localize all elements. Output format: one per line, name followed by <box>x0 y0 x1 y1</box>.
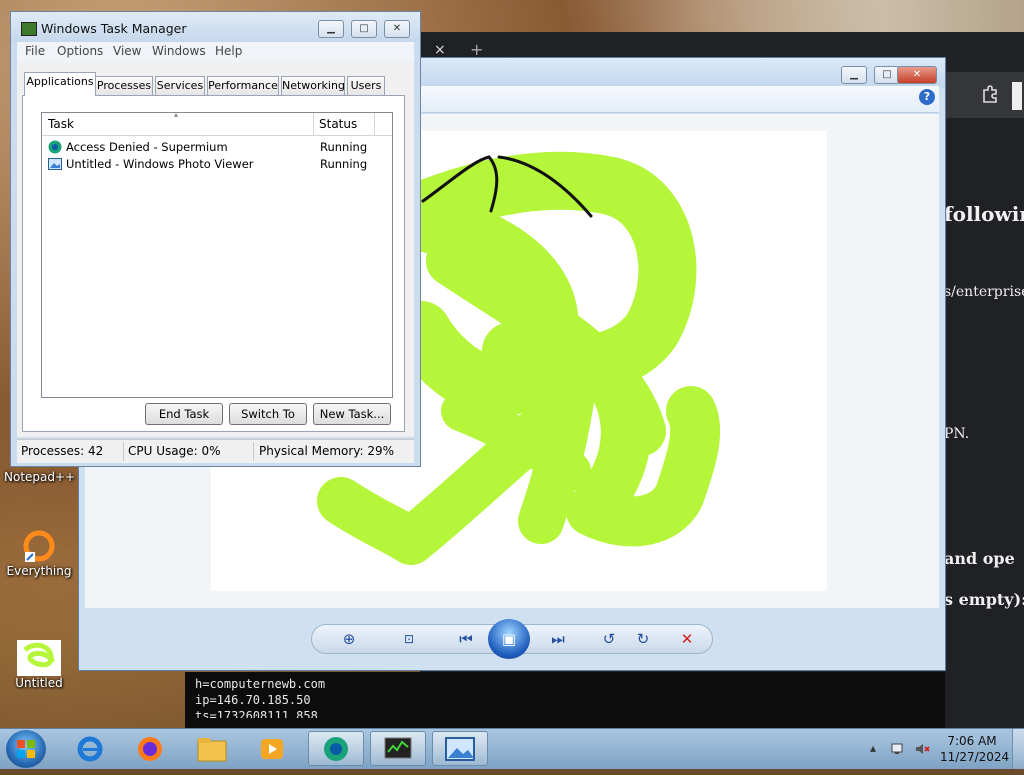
taskbar: ▴ 7:06 AM 11/27/2024 <box>0 728 1024 769</box>
desktop-icon-untitled[interactable]: Untitled <box>4 640 74 690</box>
desktop-icon-notepad[interactable]: Notepad++ <box>4 470 76 484</box>
task-manager-body: Applications Processes Services Performa… <box>17 62 414 437</box>
close-button[interactable]: ✕ <box>897 66 937 84</box>
photo-viewer-icon <box>48 157 62 171</box>
show-hidden-icons-icon[interactable]: ▴ <box>870 741 876 755</box>
supermium-icon <box>48 140 62 154</box>
internet-explorer-icon[interactable] <box>62 731 118 766</box>
desktop-icon-label: Untitled <box>15 676 63 690</box>
maximize-button[interactable]: □ <box>351 20 377 38</box>
tab-services[interactable]: Services <box>155 76 205 95</box>
task-manager-app-icon <box>21 22 37 36</box>
terminal-line: ip=146.70.185.50 <box>195 693 311 707</box>
page-text: followin <box>944 202 1024 226</box>
task-name: Access Denied - Supermium <box>66 140 228 154</box>
desktop-icon-label: Everything <box>6 564 72 578</box>
clock-time: 7:06 AM <box>947 734 997 748</box>
window-title: Windows Task Manager <box>41 21 187 36</box>
terminal-line: h=computernewb.com <box>195 677 326 691</box>
next-icon[interactable]: ⏭ <box>540 627 576 651</box>
task-status: Running <box>320 157 368 171</box>
photo-viewer-controls: ⊕ ⊡ ⏮ ▣ ⏭ ↺ ↻ ✕ <box>311 619 713 659</box>
task-manager-titlebar[interactable]: Windows Task Manager ▁ □ ✕ <box>11 12 420 42</box>
file-explorer-icon[interactable] <box>184 731 240 766</box>
minimize-button[interactable]: ▁ <box>841 66 867 84</box>
cpu-usage: CPU Usage: 0% <box>128 444 221 458</box>
zoom-icon[interactable]: ⊕ <box>336 627 362 651</box>
task-status: Running <box>320 140 368 154</box>
task-row[interactable]: Untitled - Windows Photo Viewer Running <box>46 156 390 173</box>
end-task-button[interactable]: End Task <box>145 403 223 425</box>
task-manager-icon[interactable] <box>370 731 426 766</box>
image-file-icon <box>17 640 61 676</box>
minimize-button[interactable]: ▁ <box>318 20 344 38</box>
applications-panel: Task ▴ Status Access Denied - Supermium … <box>22 95 405 432</box>
task-name: Untitled - Windows Photo Viewer <box>66 157 254 171</box>
column-header-status[interactable]: Status <box>319 117 357 131</box>
tab-networking[interactable]: Networking <box>281 76 345 95</box>
firefox-icon[interactable] <box>122 731 178 766</box>
everything-search-icon <box>17 528 61 564</box>
status-separator <box>253 442 254 461</box>
tab-users[interactable]: Users <box>347 76 385 95</box>
desktop-icon-everything[interactable]: Everything <box>4 528 74 578</box>
volume-muted-icon[interactable] <box>914 741 930 760</box>
column-separator <box>313 113 314 135</box>
status-bar: Processes: 42 CPU Usage: 0% Physical Mem… <box>17 439 414 463</box>
page-text: PN. <box>944 426 970 442</box>
media-player-icon[interactable] <box>244 731 300 766</box>
rotate-left-icon[interactable]: ↺ <box>596 627 622 651</box>
tab-performance[interactable]: Performance <box>207 76 279 95</box>
close-button[interactable]: ✕ <box>384 20 410 38</box>
previous-icon[interactable]: ⏮ <box>448 627 484 651</box>
start-button[interactable] <box>6 730 46 768</box>
switch-to-button[interactable]: Switch To <box>229 403 307 425</box>
physical-memory: Physical Memory: 29% <box>259 444 395 458</box>
supermium-icon[interactable] <box>308 731 364 766</box>
page-text: and ope <box>944 549 1015 568</box>
menu-help[interactable]: Help <box>215 44 242 58</box>
menu-file[interactable]: File <box>25 44 45 58</box>
browser-menu-edge <box>1012 82 1022 110</box>
photo-viewer-icon[interactable] <box>432 731 488 766</box>
show-desktop-button[interactable] <box>1012 729 1024 769</box>
new-task-button[interactable]: New Task... <box>313 403 391 425</box>
task-manager-window: Windows Task Manager ▁ □ ✕ File Options … <box>10 11 421 467</box>
column-header-task[interactable]: Task <box>48 117 74 131</box>
processes-count: Processes: 42 <box>21 444 104 458</box>
network-icon[interactable] <box>890 741 906 760</box>
menu-windows[interactable]: Windows <box>152 44 206 58</box>
rotate-right-icon[interactable]: ↻ <box>630 627 656 651</box>
help-icon[interactable]: ? <box>919 89 935 105</box>
system-clock[interactable]: 7:06 AM 11/27/2024 <box>940 733 1010 765</box>
delete-icon[interactable]: ✕ <box>674 627 700 651</box>
actual-size-icon[interactable]: ⊡ <box>396 627 422 651</box>
list-header: Task ▴ Status <box>42 110 392 136</box>
tab-close-button[interactable]: × <box>434 42 446 58</box>
menubar: File Options View Windows Help <box>17 42 414 62</box>
page-text: s empty): <box>944 590 1024 609</box>
desktop-icon-label: Notepad++ <box>4 470 76 484</box>
clock-date: 11/27/2024 <box>940 750 1010 764</box>
terminal-output: h=computernewb.com ip=146.70.185.50 ts=1… <box>185 672 945 730</box>
task-row[interactable]: Access Denied - Supermium Running <box>46 139 390 156</box>
slideshow-icon[interactable]: ▣ <box>488 619 530 659</box>
menu-view[interactable]: View <box>113 44 141 58</box>
task-list: Task ▴ Status Access Denied - Supermium … <box>41 110 393 398</box>
column-separator <box>374 113 375 135</box>
tab-applications[interactable]: Applications <box>24 72 96 96</box>
terminal-line: ts=1732608111.858 <box>195 709 318 718</box>
status-separator <box>123 442 124 461</box>
tab-processes[interactable]: Processes <box>95 76 153 95</box>
extensions-icon[interactable] <box>980 84 1002 106</box>
page-text: s/enterprise- <box>944 284 1024 300</box>
menu-options[interactable]: Options <box>57 44 103 58</box>
sort-arrow-icon: ▴ <box>174 110 179 119</box>
